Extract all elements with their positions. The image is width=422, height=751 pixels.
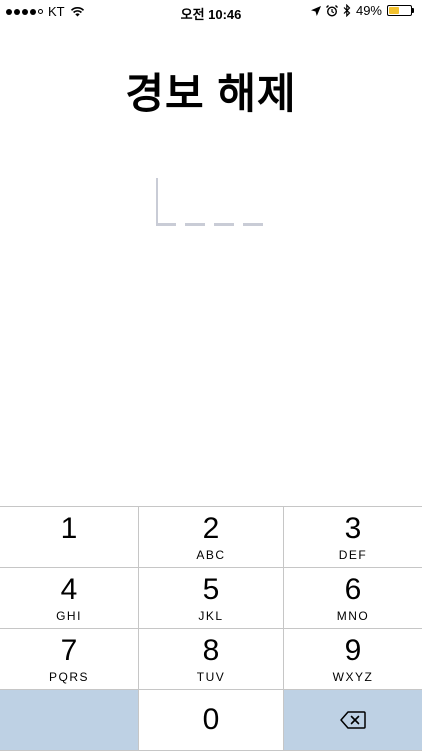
- pin-digit-placeholder: [156, 223, 176, 226]
- delete-button[interactable]: [284, 690, 422, 751]
- alarm-clock-icon: [325, 4, 338, 17]
- key-digit: 9: [344, 634, 362, 667]
- key-letters: MNO: [336, 609, 370, 623]
- status-right: 49%: [310, 3, 414, 18]
- key-8[interactable]: 8 TUV: [139, 629, 284, 690]
- numeric-keypad: 1 2 ABC 3 DEF 4 GHI 5 JKL 6 MNO 7 PQRS 8 TUV 9 WXYZ 0: [0, 506, 422, 751]
- pin-digit-placeholder: [214, 223, 234, 226]
- key-digit: 0: [202, 703, 220, 736]
- key-digit: 8: [202, 634, 220, 667]
- key-digit: 1: [60, 512, 78, 545]
- key-letters: DEF: [338, 548, 368, 562]
- key-2[interactable]: 2 ABC: [139, 507, 284, 568]
- key-letters: WXYZ: [332, 670, 374, 684]
- battery-level: [389, 7, 399, 14]
- pin-digit-placeholder: [185, 223, 205, 226]
- bluetooth-icon: [343, 4, 351, 17]
- key-3[interactable]: 3 DEF: [284, 507, 422, 568]
- page-title: 경보 해제: [125, 70, 297, 117]
- key-digit: 6: [344, 573, 362, 606]
- battery-percent: 49%: [355, 3, 382, 18]
- key-letters: TUV: [196, 670, 226, 684]
- backspace-icon: [340, 711, 366, 729]
- key-1[interactable]: 1: [0, 507, 139, 568]
- key-letters: ABC: [196, 548, 226, 562]
- key-letters: GHI: [56, 609, 82, 623]
- pin-entry-field[interactable]: [150, 175, 270, 230]
- key-digit: 7: [60, 634, 78, 667]
- key-7[interactable]: 7 PQRS: [0, 629, 139, 690]
- key-6[interactable]: 6 MNO: [284, 568, 422, 629]
- key-4[interactable]: 4 GHI: [0, 568, 139, 629]
- key-5[interactable]: 5 JKL: [139, 568, 284, 629]
- location-arrow-icon: [310, 5, 321, 16]
- key-9[interactable]: 9 WXYZ: [284, 629, 422, 690]
- key-0[interactable]: 0: [139, 690, 284, 751]
- battery-icon: [387, 5, 412, 16]
- key-digit: 2: [202, 512, 220, 545]
- key-digit: 5: [202, 573, 220, 606]
- key-letters: PQRS: [48, 670, 89, 684]
- status-bar: KT 오전 10:46 49%: [0, 0, 422, 24]
- pin-digit-placeholder: [243, 223, 263, 226]
- key-digit: 4: [60, 573, 78, 606]
- key-digit: 3: [344, 512, 362, 545]
- text-caret: [156, 178, 158, 226]
- keypad-blank-key: [0, 690, 139, 751]
- key-letters: JKL: [198, 609, 224, 623]
